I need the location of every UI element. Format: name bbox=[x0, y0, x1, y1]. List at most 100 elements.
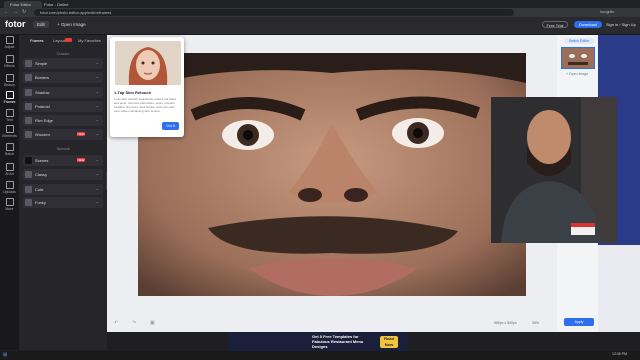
thumbnail bbox=[25, 117, 32, 124]
more-icon bbox=[5, 198, 14, 206]
list-item-film-edge[interactable]: Film Edge ⌄ bbox=[23, 115, 103, 126]
url-field[interactable]: fotor.com/photo-editor-app/editor/frames bbox=[34, 9, 514, 16]
beauty-icon bbox=[5, 74, 14, 82]
nav-item-uploads[interactable]: Uploads bbox=[0, 181, 19, 194]
elements-icon bbox=[5, 125, 14, 133]
presenter-image bbox=[491, 97, 617, 243]
chevron-down-icon: ⌄ bbox=[95, 117, 99, 122]
nav-item-elements[interactable]: Elements bbox=[0, 125, 19, 138]
new-badge: NEW bbox=[77, 132, 85, 136]
browser-tab[interactable]: Fotor - Online bbox=[38, 1, 76, 8]
list-item-shadow[interactable]: Shadow ⌄ bbox=[23, 87, 103, 98]
upload-icon bbox=[5, 181, 14, 189]
list-item-funky[interactable]: Funky ⌄ bbox=[23, 197, 103, 208]
reload-icon[interactable]: ↻ bbox=[22, 9, 26, 15]
batch-icon bbox=[5, 143, 14, 151]
layers-icon[interactable]: ▣ bbox=[150, 320, 155, 326]
switch-editor-button[interactable]: Switch Editor bbox=[564, 38, 594, 44]
list-item-scenes[interactable]: Scenes NEW ⌄ bbox=[23, 155, 103, 166]
list-item-cute[interactable]: Cute ⌄ bbox=[23, 184, 103, 195]
tooltip-description: 1-tap skin retouch seamlessly erases out… bbox=[114, 97, 177, 113]
undo-icon[interactable]: ↶ bbox=[114, 320, 118, 326]
nav-item-ai-art[interactable]: AI Art bbox=[0, 163, 19, 176]
nav-label: AI Art bbox=[5, 172, 14, 176]
thumbnail bbox=[25, 186, 32, 193]
browser-tab-bar bbox=[0, 0, 640, 8]
chevron-down-icon: ⌄ bbox=[95, 103, 99, 108]
nav-label: Adjust bbox=[4, 45, 15, 49]
side-advertisement-lower[interactable] bbox=[598, 245, 640, 332]
webcam-overlay bbox=[491, 97, 617, 243]
chevron-down-icon: ⌄ bbox=[95, 131, 99, 136]
thumbnail bbox=[25, 74, 32, 81]
back-icon[interactable]: ← bbox=[4, 9, 9, 15]
thumbnail bbox=[25, 89, 32, 96]
chevron-down-icon: ⌄ bbox=[95, 186, 99, 191]
list-item-polaroid[interactable]: Polaroid ⌄ bbox=[23, 101, 103, 112]
nav-item-adjust[interactable]: Adjust bbox=[0, 36, 19, 49]
sliders-icon bbox=[5, 36, 14, 44]
forward-icon[interactable]: → bbox=[13, 9, 18, 15]
face-closeup-image bbox=[138, 53, 526, 296]
os-taskbar bbox=[0, 351, 640, 360]
nav-item-effects[interactable]: Effects bbox=[0, 55, 19, 68]
got-it-button[interactable]: Got It bbox=[162, 122, 179, 130]
frame-icon bbox=[5, 91, 14, 99]
windows-start-icon[interactable]: ⊞ bbox=[3, 352, 7, 358]
list-item-classy[interactable]: Classy ⌄ bbox=[23, 169, 103, 180]
open-image-label: Open Image bbox=[60, 22, 86, 27]
chevron-down-icon: ⌄ bbox=[95, 171, 99, 176]
new-badge: NEW bbox=[77, 158, 85, 162]
nav-item-text[interactable]: Text bbox=[0, 109, 19, 122]
profile-label[interactable]: Incognito bbox=[600, 10, 614, 14]
canvas-bottom-bar bbox=[107, 315, 557, 332]
edit-menu[interactable]: Edit bbox=[33, 21, 49, 28]
list-item-borders[interactable]: Borders ⌄ bbox=[23, 72, 103, 83]
nav-label: Effects bbox=[4, 64, 15, 68]
ai-icon bbox=[5, 163, 14, 171]
browser-tab[interactable]: Fotor Editor bbox=[4, 1, 42, 8]
nav-label: Frames bbox=[3, 100, 16, 104]
sign-in-link[interactable]: Sign in / Sign Up bbox=[606, 22, 636, 27]
list-item-wooden[interactable]: Wooden NEW ⌄ bbox=[23, 129, 103, 140]
section-title: Special bbox=[56, 146, 70, 151]
redo-icon[interactable]: ↷ bbox=[132, 320, 136, 326]
thumbnail bbox=[25, 157, 32, 164]
apply-button[interactable]: Apply bbox=[564, 318, 594, 326]
new-badge bbox=[65, 38, 72, 42]
taskbar-clock: 12:05 PM bbox=[612, 352, 627, 356]
nav-item-beauty[interactable]: Beauty bbox=[0, 74, 19, 87]
canvas-dimensions[interactable]: 960px x 540px bbox=[494, 321, 517, 325]
zoom-level[interactable]: 39% bbox=[532, 321, 539, 325]
ad-headline: Get 5 Free Templates for Fabulous Restau… bbox=[312, 334, 364, 349]
nav-label: Text bbox=[6, 118, 13, 122]
chevron-down-icon: ⌄ bbox=[95, 74, 99, 79]
open-image-button[interactable]: + Open Image bbox=[57, 22, 86, 27]
open-image-label: Open Image bbox=[569, 72, 589, 76]
tooltip-preview-image bbox=[115, 41, 181, 85]
chevron-down-icon: ⌄ bbox=[95, 199, 99, 204]
nav-item-frames[interactable]: Frames bbox=[0, 91, 19, 104]
fotor-logo[interactable]: fotor bbox=[5, 19, 26, 29]
list-item-simple[interactable]: Simple ⌄ bbox=[23, 58, 103, 69]
tab-my-favorites[interactable]: My Favorites bbox=[78, 38, 101, 43]
effects-icon bbox=[5, 55, 14, 63]
download-button[interactable]: Download bbox=[574, 21, 602, 28]
nav-item-more[interactable]: More bbox=[0, 198, 19, 211]
thumbnail bbox=[25, 60, 32, 67]
thumbnail bbox=[25, 131, 32, 138]
tab-frames[interactable]: Frames bbox=[30, 38, 44, 43]
image-thumbnail[interactable] bbox=[561, 47, 595, 69]
nav-item-batch[interactable]: Batch bbox=[0, 143, 19, 156]
chevron-down-icon: ⌄ bbox=[95, 60, 99, 65]
nav-label: Elements bbox=[2, 134, 17, 138]
open-image-link[interactable]: + Open Image bbox=[566, 72, 588, 76]
thumbnail bbox=[25, 103, 32, 110]
edited-photo[interactable] bbox=[138, 53, 526, 296]
nav-label: Beauty bbox=[4, 83, 15, 87]
nav-label: More bbox=[5, 207, 14, 211]
nav-label: Uploads bbox=[3, 190, 16, 194]
tooltip-title: 1-Tap Skin Retouch bbox=[114, 90, 152, 95]
free-trial-button[interactable]: Free Trial bbox=[542, 21, 568, 28]
read-now-button[interactable]: Read Now bbox=[380, 336, 398, 348]
